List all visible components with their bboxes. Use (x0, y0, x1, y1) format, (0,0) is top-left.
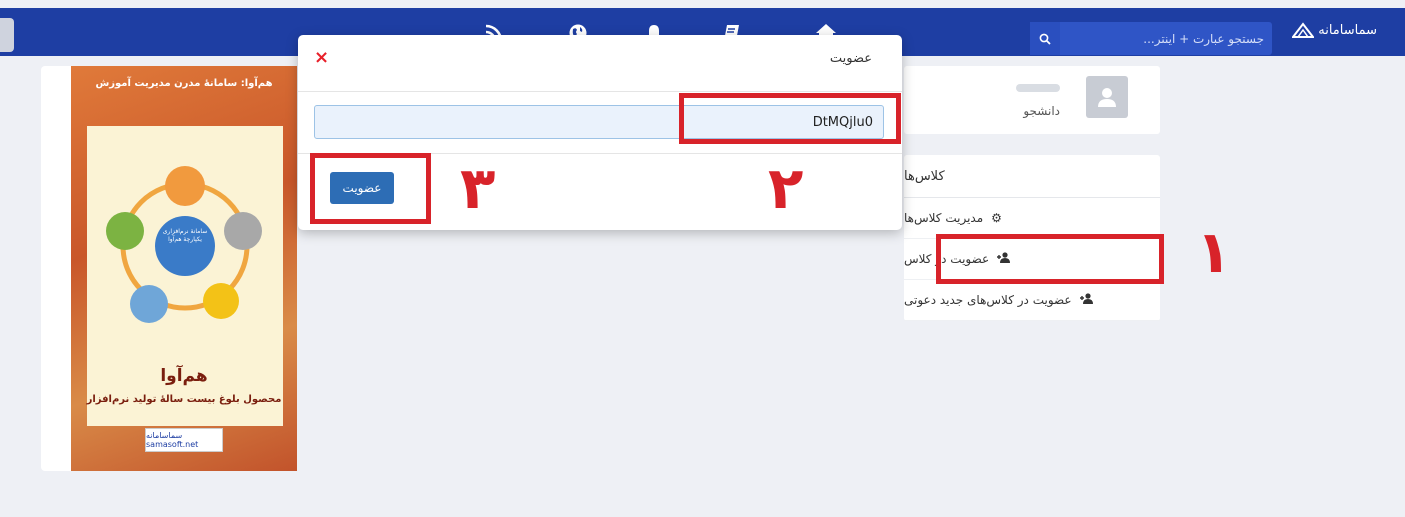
highlight-step-2 (679, 93, 901, 144)
brand-logo[interactable]: سماسامانه (1292, 22, 1377, 38)
menu-item-join-invited-classes[interactable]: عضویت در کلاس‌های جدید دعوتی (904, 280, 1160, 321)
highlight-step-1 (936, 234, 1164, 284)
poster-product-name: هم‌آوا (160, 366, 208, 386)
menu-item-label: مدیریت کلاس‌ها (904, 211, 984, 225)
step-number-3: ۳ (460, 154, 496, 222)
user-menu-icon[interactable] (0, 18, 14, 52)
user-plus-icon (1079, 293, 1094, 307)
poster-center-text: سامانهٔ نرم‌افزاری یکپارچهٔ هم‌آوا (162, 228, 208, 243)
avatar[interactable] (1086, 76, 1128, 118)
poster-logo: سماسامانه samasoft.net (145, 428, 223, 452)
dialog-title: عضویت (829, 51, 872, 66)
close-icon[interactable]: × (314, 47, 329, 68)
brand-logo-text: سماسامانه (1318, 22, 1377, 38)
highlight-step-3 (310, 153, 431, 224)
gear-icon: ⚙ (991, 211, 1002, 225)
poster-diagram (106, 166, 262, 323)
step-number-2: ۲ (768, 154, 804, 222)
user-role: دانشجو (1023, 104, 1060, 118)
profile-card: دانشجو (904, 66, 1160, 134)
classes-heading: کلاس‌ها (904, 155, 1160, 198)
divider (298, 91, 902, 92)
search-box (1030, 22, 1272, 55)
menu-item-manage-classes[interactable]: ⚙ مدیریت کلاس‌ها (904, 198, 1160, 239)
search-icon[interactable] (1030, 22, 1060, 55)
user-name-redacted (1016, 84, 1060, 92)
step-number-1: ۱ (1196, 218, 1232, 286)
brand-logo-icon (1292, 22, 1315, 38)
search-input[interactable] (1060, 22, 1272, 55)
poster-title: هم‌آوا: سامانهٔ مدرن مدیریت آموزش (95, 78, 273, 89)
promo-poster-image: هم‌آوا: سامانهٔ مدرن مدیریت آموزش سامانه… (71, 66, 297, 471)
menu-item-label: عضویت در کلاس‌های جدید دعوتی (904, 293, 1072, 307)
poster-subtitle: محصول بلوغ بیست سالهٔ تولید نرم‌افزار (86, 394, 282, 405)
promo-poster-card: هم‌آوا: سامانهٔ مدرن مدیریت آموزش سامانه… (41, 66, 297, 471)
